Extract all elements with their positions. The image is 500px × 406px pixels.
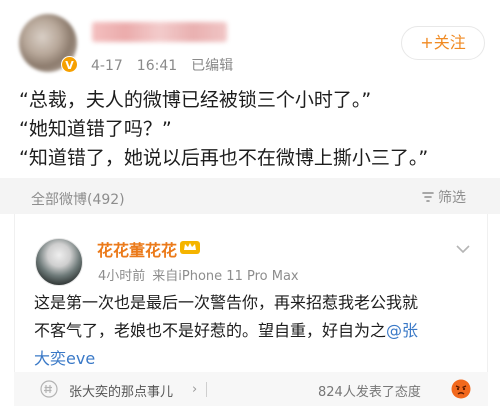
- poster-name-blurred[interactable]: [92, 22, 227, 42]
- reaction-count[interactable]: 824人发表了态度: [318, 381, 421, 400]
- filter-icon: [422, 192, 434, 202]
- follow-button[interactable]: +关注: [401, 26, 485, 60]
- verified-badge: V: [61, 56, 78, 73]
- mention-link-continued[interactable]: 大奕eve: [34, 349, 95, 368]
- comment-meta: 4小时前 来自iPhone 11 Pro Max: [98, 265, 306, 284]
- chevron-down-icon[interactable]: [455, 244, 471, 254]
- topic-link[interactable]: 张大奕的那点事儿: [69, 381, 173, 400]
- comment-line: 这是第一次也是最后一次警告你，再来招惹我老公我就: [34, 293, 419, 312]
- chevron-right-icon: ›: [192, 382, 198, 397]
- filter-label: 筛选: [438, 190, 466, 206]
- post-body: “总裁，夫人的微博已经被锁三个小时了。” “她知道错了吗？” “知道错了，她说以…: [19, 86, 489, 173]
- topic-icon: [40, 380, 58, 398]
- post-line: “总裁，夫人的微博已经被锁三个小时了。”: [19, 89, 372, 111]
- commenter-name[interactable]: 花花董花花: [97, 237, 177, 261]
- commenter-avatar[interactable]: [35, 238, 83, 286]
- post-line: “她知道错了吗？”: [19, 118, 172, 140]
- crown-icon: [180, 241, 200, 254]
- post-date: 4-17: [91, 58, 123, 74]
- post-meta: 4-17 16:41 已编辑: [91, 55, 247, 75]
- post-line: “知道错了，她说以后再也不在微博上撕小三了。”: [19, 147, 429, 169]
- comment-body: 这是第一次也是最后一次警告你，再来招惹我老公我就 不客气了，老娘也不是好惹的。望…: [34, 289, 474, 373]
- filter-button[interactable]: 筛选: [421, 187, 466, 207]
- angry-emoji-icon[interactable]: [451, 379, 471, 399]
- comment-line-text: 不客气了，老娘也不是好惹的。望自重，好自为之: [34, 321, 387, 340]
- comment-time: 4小时前: [98, 269, 146, 284]
- mention-link[interactable]: @张: [386, 321, 418, 340]
- all-posts-count[interactable]: 全部微博(492): [31, 189, 125, 209]
- comment-line: 不客气了，老娘也不是好惹的。望自重，好自为之@张: [34, 317, 474, 345]
- post-edited-label[interactable]: 已编辑: [191, 58, 233, 74]
- footer-divider: [206, 382, 207, 397]
- comment-source: 来自iPhone 11 Pro Max: [152, 269, 299, 284]
- comment-line: 大奕eve: [34, 345, 474, 373]
- post-time: 16:41: [136, 58, 178, 74]
